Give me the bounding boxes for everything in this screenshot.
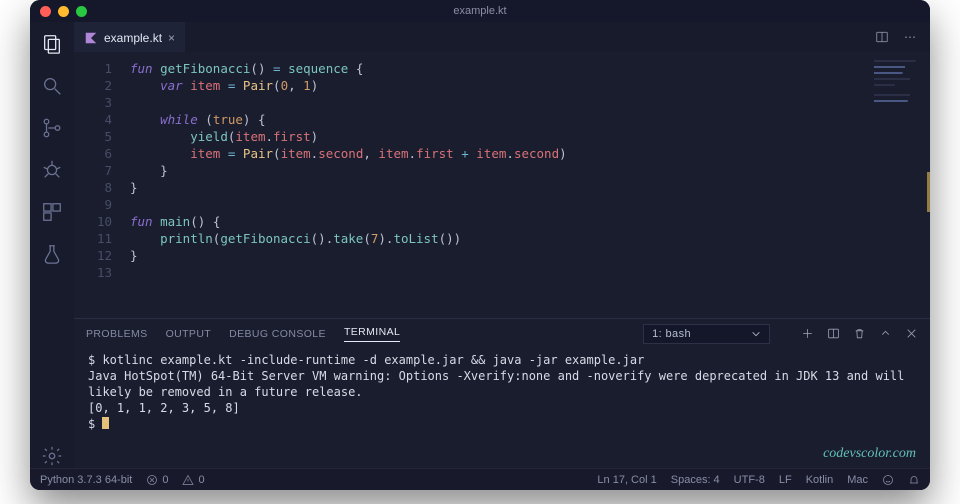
terminal-shell-label: 1: bash — [652, 328, 691, 340]
editor-actions: ⋯ — [874, 30, 930, 44]
split-editor-icon[interactable] — [874, 30, 890, 44]
close-tab-icon[interactable]: × — [168, 31, 175, 45]
editor-group: example.kt × ⋯ 12345678910111213 fun get… — [74, 22, 930, 468]
terminal-output[interactable]: $ kotlinc example.kt -include-runtime -d… — [74, 348, 930, 468]
debug-icon[interactable] — [40, 158, 64, 182]
kotlin-file-icon — [84, 31, 98, 45]
tab-strip: example.kt × ⋯ — [74, 22, 930, 52]
tab-example-kt[interactable]: example.kt × — [74, 22, 185, 52]
status-eol[interactable]: LF — [779, 474, 792, 486]
panel-tab-strip: PROBLEMS OUTPUT DEBUG CONSOLE TERMINAL 1… — [74, 319, 930, 348]
source-control-icon[interactable] — [40, 116, 64, 140]
new-terminal-icon[interactable] — [800, 327, 814, 340]
tab-terminal[interactable]: TERMINAL — [344, 326, 400, 342]
code-editor[interactable]: 12345678910111213 fun getFibonacci() = s… — [74, 52, 930, 318]
tab-problems[interactable]: PROBLEMS — [86, 328, 148, 340]
status-warnings[interactable]: 0 — [182, 474, 204, 486]
testing-icon[interactable] — [40, 242, 64, 266]
window-title: example.kt — [30, 5, 930, 17]
split-terminal-icon[interactable] — [826, 327, 840, 340]
status-line-column[interactable]: Ln 17, Col 1 — [597, 474, 656, 486]
scroll-indicator — [927, 172, 930, 212]
close-panel-icon[interactable] — [904, 327, 918, 340]
activity-bar — [30, 22, 74, 468]
more-actions-icon[interactable]: ⋯ — [902, 30, 918, 44]
status-os[interactable]: Mac — [847, 474, 868, 486]
tab-output[interactable]: OUTPUT — [166, 328, 212, 340]
titlebar: example.kt — [30, 0, 930, 22]
tab-label: example.kt — [104, 31, 162, 45]
kill-terminal-icon[interactable] — [852, 327, 866, 340]
status-errors[interactable]: 0 — [146, 474, 168, 486]
bottom-panel: PROBLEMS OUTPUT DEBUG CONSOLE TERMINAL 1… — [74, 318, 930, 468]
explorer-icon[interactable] — [40, 32, 64, 56]
status-language[interactable]: Kotlin — [806, 474, 834, 486]
code-content: fun getFibonacci() = sequence { var item… — [122, 52, 567, 318]
chevron-down-icon — [751, 329, 761, 339]
collapse-panel-icon[interactable] — [878, 327, 892, 340]
search-icon[interactable] — [40, 74, 64, 98]
status-bell-icon[interactable] — [908, 474, 920, 486]
status-encoding[interactable]: UTF-8 — [734, 474, 765, 486]
minimap[interactable] — [874, 60, 926, 120]
vscode-window: example.kt example.kt × — [30, 0, 930, 490]
line-numbers: 12345678910111213 — [74, 52, 122, 318]
status-python[interactable]: Python 3.7.3 64-bit — [40, 474, 132, 486]
terminal-shell-dropdown[interactable]: 1: bash — [643, 324, 770, 344]
terminal-cursor — [102, 417, 109, 429]
status-indent[interactable]: Spaces: 4 — [671, 474, 720, 486]
status-bar: Python 3.7.3 64-bit 0 0 Ln 17, Col 1 Spa… — [30, 468, 930, 490]
watermark: codevscolor.com — [823, 446, 916, 462]
status-feedback-icon[interactable] — [882, 474, 894, 486]
settings-gear-icon[interactable] — [40, 444, 64, 468]
extensions-icon[interactable] — [40, 200, 64, 224]
tab-debug-console[interactable]: DEBUG CONSOLE — [229, 328, 326, 340]
